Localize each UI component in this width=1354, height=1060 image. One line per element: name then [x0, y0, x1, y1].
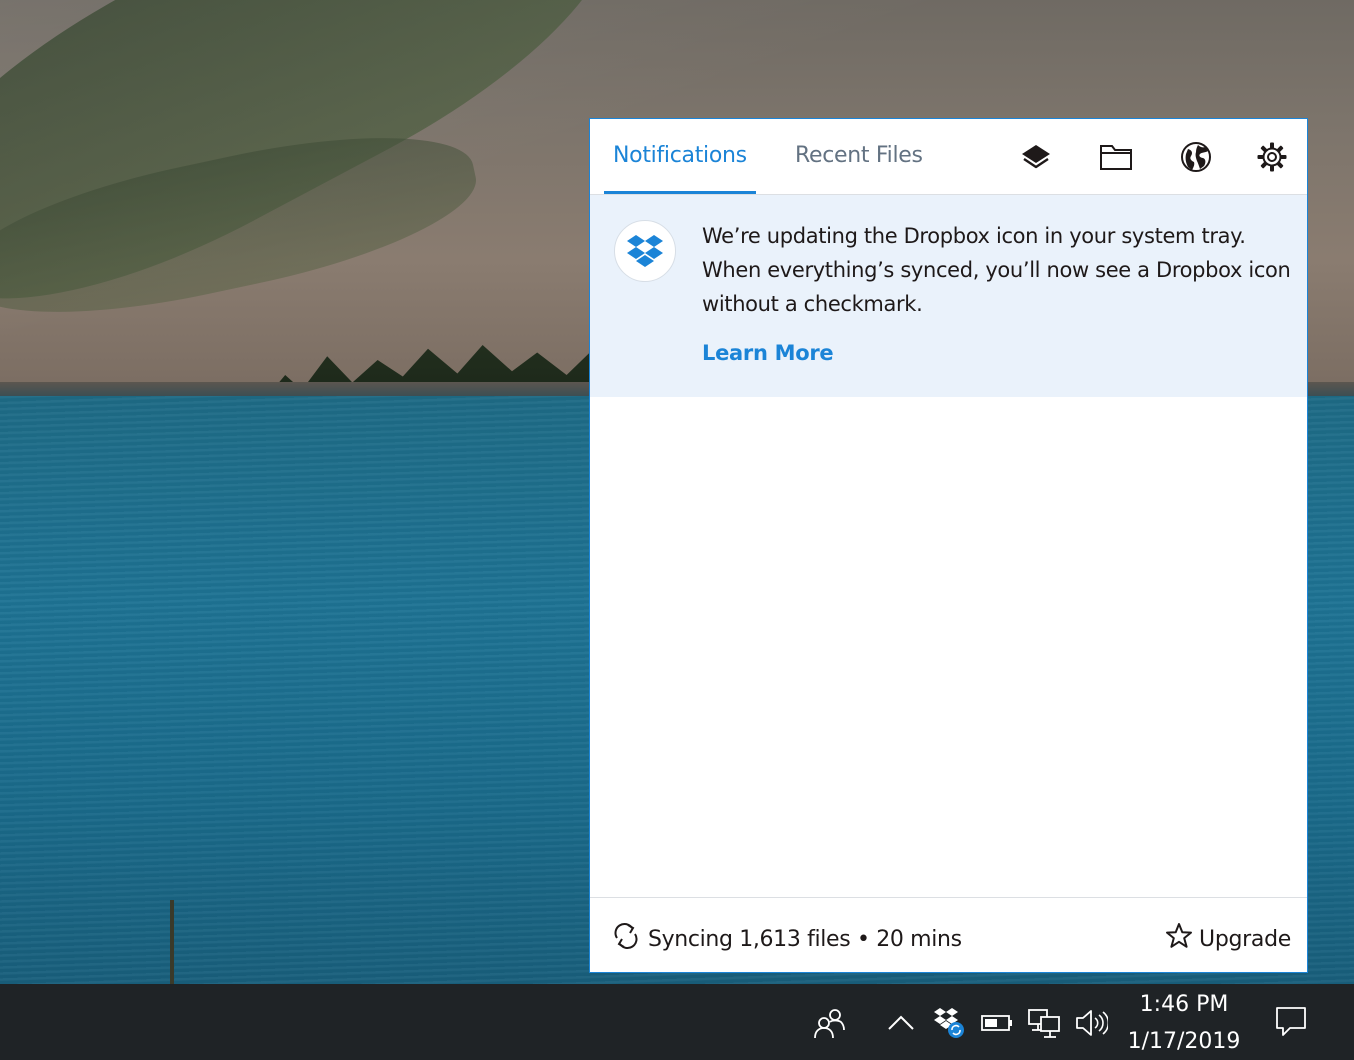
learn-more-link[interactable]: Learn More: [702, 341, 834, 365]
sync-icon: [612, 922, 648, 956]
tab-notifications[interactable]: Notifications: [613, 143, 747, 168]
wallpaper-plant: [170, 900, 174, 984]
sync-status-text: Syncing 1,613 files • 20 mins: [648, 926, 962, 952]
clock-date[interactable]: 1/17/2019: [1118, 1029, 1250, 1054]
active-tab-underline: [604, 191, 756, 194]
dropbox-logo-icon: [614, 220, 676, 282]
people-icon[interactable]: [812, 1006, 846, 1040]
upgrade-button[interactable]: Upgrade: [1165, 922, 1291, 956]
tab-recent-files[interactable]: Recent Files: [795, 143, 923, 168]
notification-bubble-icon[interactable]: [1274, 1004, 1308, 1038]
notification-message: We’re updating the Dropbox icon in your …: [702, 224, 1291, 316]
dropbox-tray-icon[interactable]: [932, 1006, 966, 1040]
battery-icon[interactable]: [980, 1006, 1014, 1040]
panel-header: Notifications Recent Files: [590, 119, 1307, 195]
volume-icon[interactable]: [1074, 1006, 1108, 1040]
upgrade-label: Upgrade: [1199, 926, 1291, 952]
globe-icon[interactable]: [1178, 139, 1214, 175]
gear-icon[interactable]: [1254, 139, 1290, 175]
notification-card: We’re updating the Dropbox icon in your …: [590, 195, 1307, 397]
dropbox-layers-icon[interactable]: [1018, 139, 1054, 175]
clock-time[interactable]: 1:46 PM: [1118, 992, 1250, 1017]
panel-footer: Syncing 1,613 files • 20 mins Upgrade: [590, 897, 1307, 972]
dropbox-panel: Notifications Recent Files We’re updatin…: [589, 118, 1308, 973]
network-icon[interactable]: [1027, 1006, 1061, 1040]
folder-icon[interactable]: [1098, 139, 1134, 175]
sync-status: Syncing 1,613 files • 20 mins: [612, 922, 962, 956]
chevron-up-icon[interactable]: [884, 1006, 918, 1040]
star-icon: [1165, 922, 1199, 956]
